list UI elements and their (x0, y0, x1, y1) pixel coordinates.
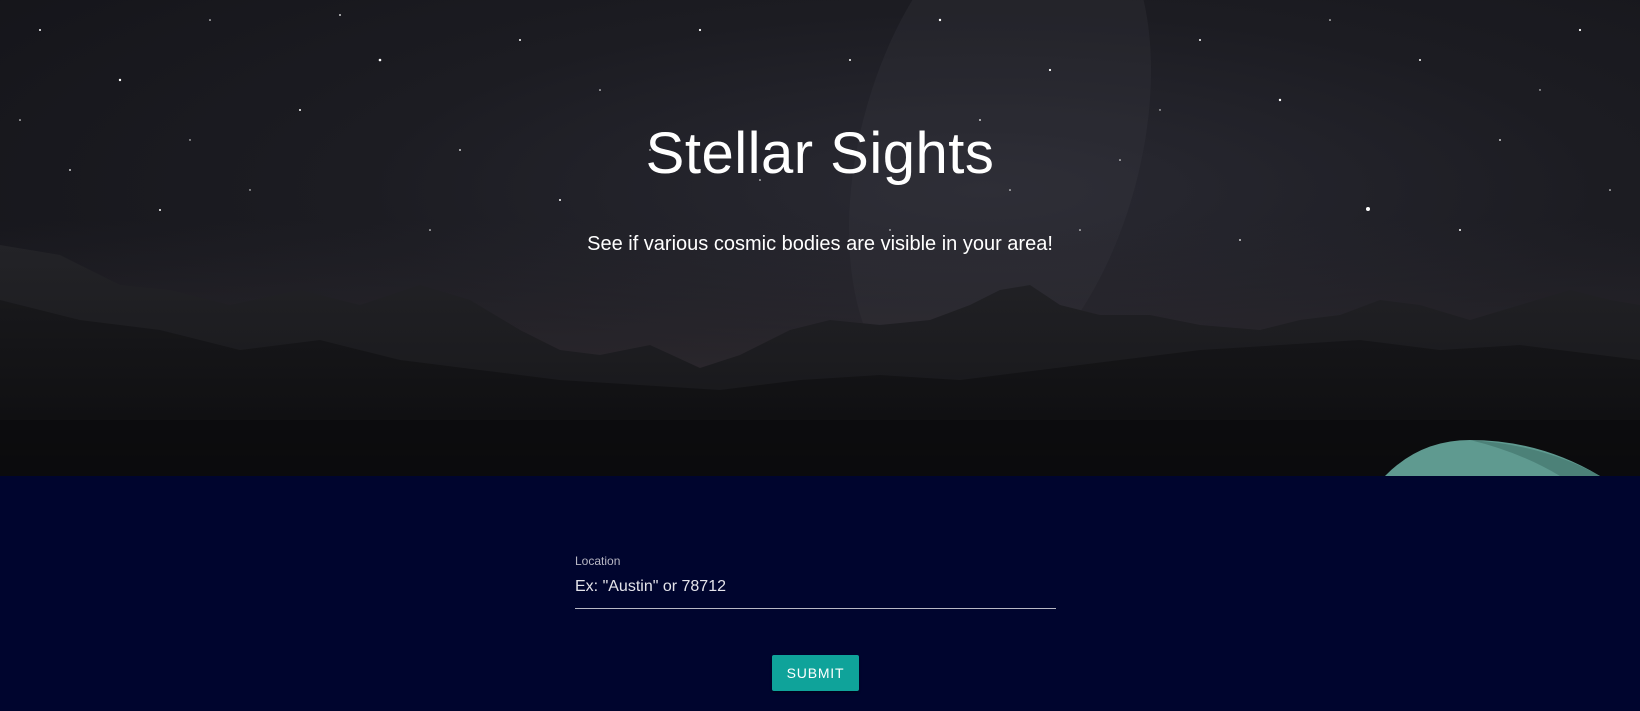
location-input[interactable] (575, 574, 1056, 609)
page-subtitle: See if various cosmic bodies are visible… (587, 233, 1053, 255)
hero-banner: Stellar Sights See if various cosmic bod… (0, 0, 1640, 476)
page-title: Stellar Sights (645, 121, 995, 186)
submit-button[interactable]: SUBMIT (772, 655, 859, 691)
location-form: Location SUBMIT (0, 476, 1640, 711)
location-label: Location (575, 554, 621, 568)
location-field: Location (575, 554, 1056, 609)
